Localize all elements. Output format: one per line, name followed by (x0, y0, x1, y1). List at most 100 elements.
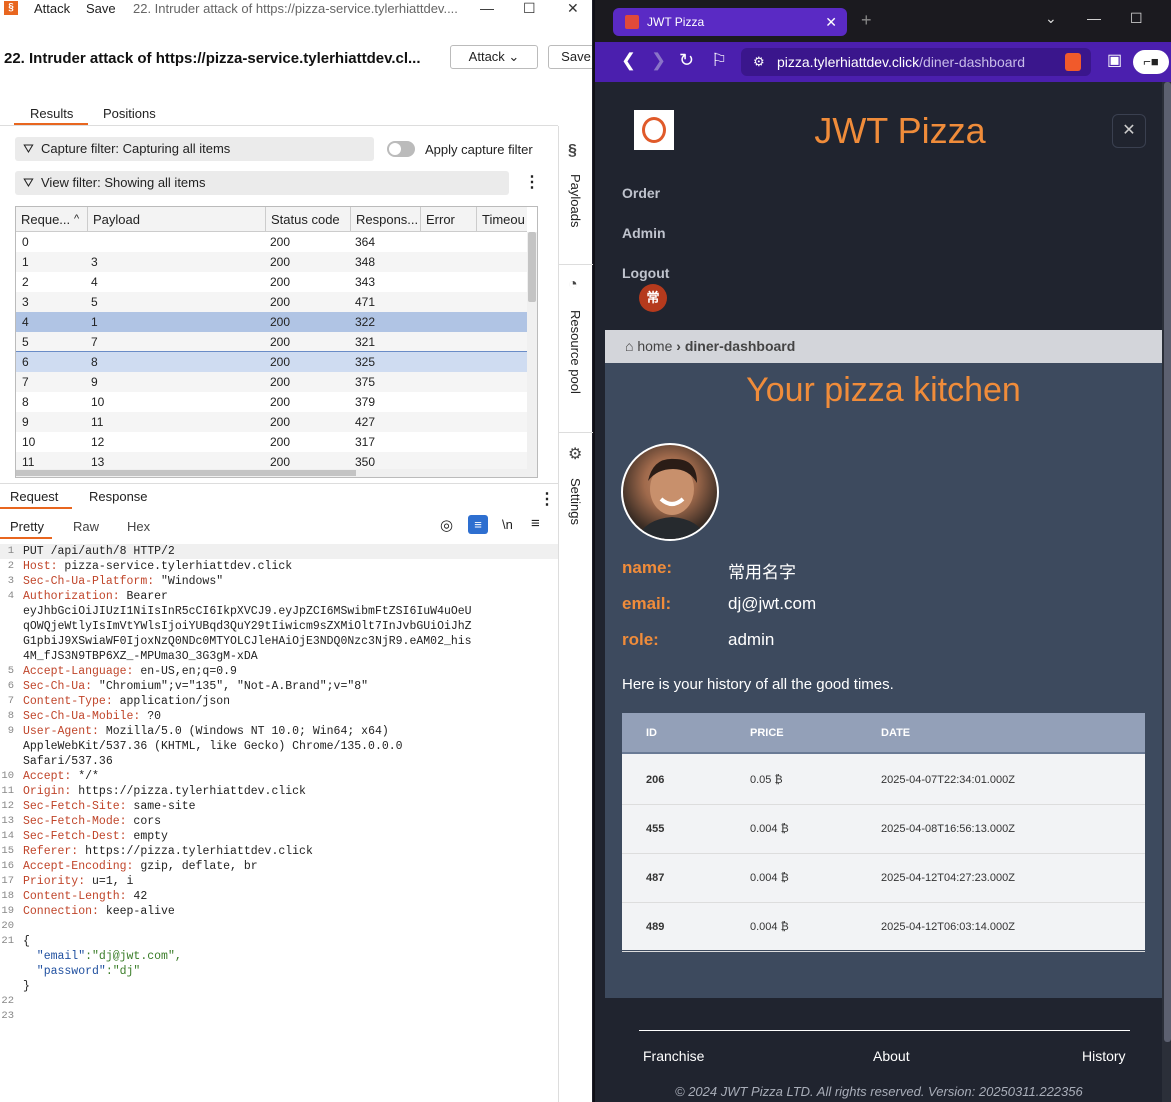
more-options-icon[interactable]: ⋮ (524, 172, 540, 192)
maximize-icon[interactable]: ☐ (523, 0, 536, 17)
close-menu-button[interactable]: ✕ (1112, 114, 1146, 148)
cell-request: 3 (22, 295, 29, 309)
view-filter-bar[interactable]: ⛛ View filter: Showing all items (15, 171, 509, 195)
minimize-icon[interactable]: — (1087, 10, 1101, 26)
tab-pretty[interactable]: Pretty (10, 519, 44, 534)
code-text: Connection: keep-alive (23, 904, 175, 919)
side-tab-settings[interactable]: Settings (568, 478, 583, 525)
sidebar-icon[interactable]: ▣ (1107, 50, 1122, 70)
person-avatar-icon (636, 458, 708, 539)
more-options-icon[interactable]: ⋮ (539, 489, 555, 509)
attack-button[interactable]: Attack ⌄ (450, 45, 538, 69)
table-row[interactable]: 8 10 200 379 (16, 392, 527, 412)
cell-status: 200 (270, 435, 291, 449)
tab-request[interactable]: Request (10, 489, 58, 504)
table-row[interactable]: 1 3 200 348 (16, 252, 527, 272)
table-row[interactable]: 4 1 200 322 (16, 312, 527, 332)
cell-request: 2 (22, 275, 29, 289)
code-text: eyJhbGciOiJIUzI1NiIsInR5cCI6IkpXVCJ9.eyJ… (23, 604, 472, 619)
table-row[interactable]: 5 7 200 321 (16, 332, 527, 352)
newline-toggle-icon[interactable]: \n (502, 517, 513, 532)
footer-link-history[interactable]: History (1082, 1048, 1126, 1064)
browser-tab[interactable]: JWT Pizza ✕ (613, 8, 847, 36)
menu-save[interactable]: Save (86, 1, 116, 16)
code-text: Referer: https://pizza.tylerhiattdev.cli… (23, 844, 313, 859)
nav-logout[interactable]: Logout (622, 265, 669, 281)
field-label: email: (622, 594, 672, 613)
maximize-icon[interactable]: ☐ (1130, 10, 1143, 27)
table-row[interactable]: 0 200 364 (16, 232, 527, 252)
brave-shield-icon[interactable] (1065, 53, 1081, 71)
vertical-scrollbar[interactable] (527, 232, 537, 477)
table-row[interactable]: 10 12 200 317 (16, 432, 527, 452)
header-name: Accept: (23, 770, 72, 783)
side-tab-resource-pool[interactable]: Resource pool (568, 310, 583, 394)
nav-order[interactable]: Order (622, 185, 660, 201)
menu-attack[interactable]: Attack (34, 1, 70, 16)
resource-pool-icon[interactable]: ◔ (568, 276, 578, 294)
close-tab-icon[interactable]: ✕ (825, 8, 837, 36)
horizontal-scrollbar[interactable] (16, 469, 527, 477)
table-row[interactable]: 2 4 200 343 (16, 272, 527, 292)
tab-raw[interactable]: Raw (73, 519, 99, 534)
breadcrumb-home[interactable]: home (637, 338, 672, 354)
side-tab-payloads[interactable]: Payloads (568, 174, 583, 227)
header-value: https://pizza.tylerhiattdev.click (71, 785, 306, 798)
order-price: 0.004 ₿ (750, 823, 789, 835)
tab-positions[interactable]: Positions (103, 106, 156, 121)
brand-title[interactable]: JWT Pizza (775, 110, 1025, 152)
bookmark-icon[interactable]: ⚐ (711, 50, 727, 71)
table-row[interactable]: 7 9 200 375 (16, 372, 527, 392)
save-button[interactable]: Save (548, 45, 592, 69)
table-row[interactable]: 3 5 200 471 (16, 292, 527, 312)
nav-admin[interactable]: Admin (622, 225, 666, 241)
web-page: JWT Pizza ✕ Order Admin Logout 常 ⌂ home … (595, 82, 1171, 1102)
back-icon[interactable]: ❮ (621, 50, 636, 71)
cell-payload: 12 (91, 435, 105, 449)
pizza-logo-icon[interactable] (634, 110, 674, 150)
code-line: 15 Referer: https://pizza.tylerhiattdev.c… (0, 844, 558, 859)
hide-eye-icon[interactable]: ◎ (440, 516, 453, 534)
tab-hex[interactable]: Hex (127, 519, 150, 534)
line-number: 23 (1, 1010, 14, 1022)
column-header-response[interactable]: Respons... (351, 207, 421, 232)
footer-link-franchise[interactable]: Franchise (643, 1048, 704, 1064)
column-header-payload[interactable]: Payload (88, 207, 266, 232)
apply-capture-filter-toggle[interactable] (387, 141, 415, 157)
capture-filter-bar[interactable]: ⛛ Capture filter: Capturing all items (15, 137, 374, 161)
chevron-down-icon[interactable]: ⌄ (1045, 10, 1057, 27)
gear-icon[interactable]: ⚙ (568, 444, 582, 464)
page-scrollbar[interactable] (1162, 82, 1171, 1102)
site-header: JWT Pizza ✕ Order Admin Logout 常 (595, 82, 1162, 328)
capture-filter-text: Capture filter: Capturing all items (41, 141, 231, 156)
column-header-error[interactable]: Error (421, 207, 477, 232)
header-name: Sec-Ch-Ua: (23, 680, 93, 693)
wrap-lines-icon[interactable]: ≡ (468, 515, 488, 534)
column-header-status[interactable]: Status code (266, 207, 351, 232)
order-id: 455 (646, 823, 665, 835)
tab-response[interactable]: Response (89, 489, 148, 504)
order-id: 489 (646, 921, 665, 933)
minimize-icon[interactable]: — (480, 0, 494, 16)
user-avatar-badge[interactable]: 常 (639, 284, 667, 312)
code-line: AppleWebKit/537.36 (KHTML, like Gecko) C… (0, 739, 558, 754)
column-header-timeout[interactable]: Timeou (477, 207, 527, 232)
private-glasses-icon[interactable]: ⌐■ (1133, 50, 1169, 74)
cell-payload: 10 (91, 395, 105, 409)
table-row[interactable]: 9 11 200 427 (16, 412, 527, 432)
footer-link-about[interactable]: About (873, 1048, 910, 1064)
close-icon[interactable]: ✕ (567, 0, 579, 17)
new-tab-icon[interactable]: + (861, 10, 872, 31)
table-row[interactable]: 6 8 200 325 (16, 351, 528, 373)
code-line: 14 Sec-Fetch-Dest: empty (0, 829, 558, 844)
payloads-icon[interactable]: § (568, 142, 577, 160)
menu-icon[interactable]: ≡ (531, 515, 540, 532)
tab-results[interactable]: Results (30, 106, 73, 121)
forward-icon[interactable]: ❯ (651, 50, 666, 71)
address-bar[interactable]: ⚙ pizza.tylerhiattdev.click/diner-dashbo… (741, 48, 1091, 76)
line-number: 19 (1, 905, 14, 917)
request-editor[interactable]: 1 PUT /api/auth/8 HTTP/2 2 Host: pizza-serv… (0, 542, 558, 1042)
site-settings-icon[interactable]: ⚙ (753, 48, 765, 76)
line-number: 6 (7, 680, 14, 692)
reload-icon[interactable]: ↻ (679, 50, 694, 71)
